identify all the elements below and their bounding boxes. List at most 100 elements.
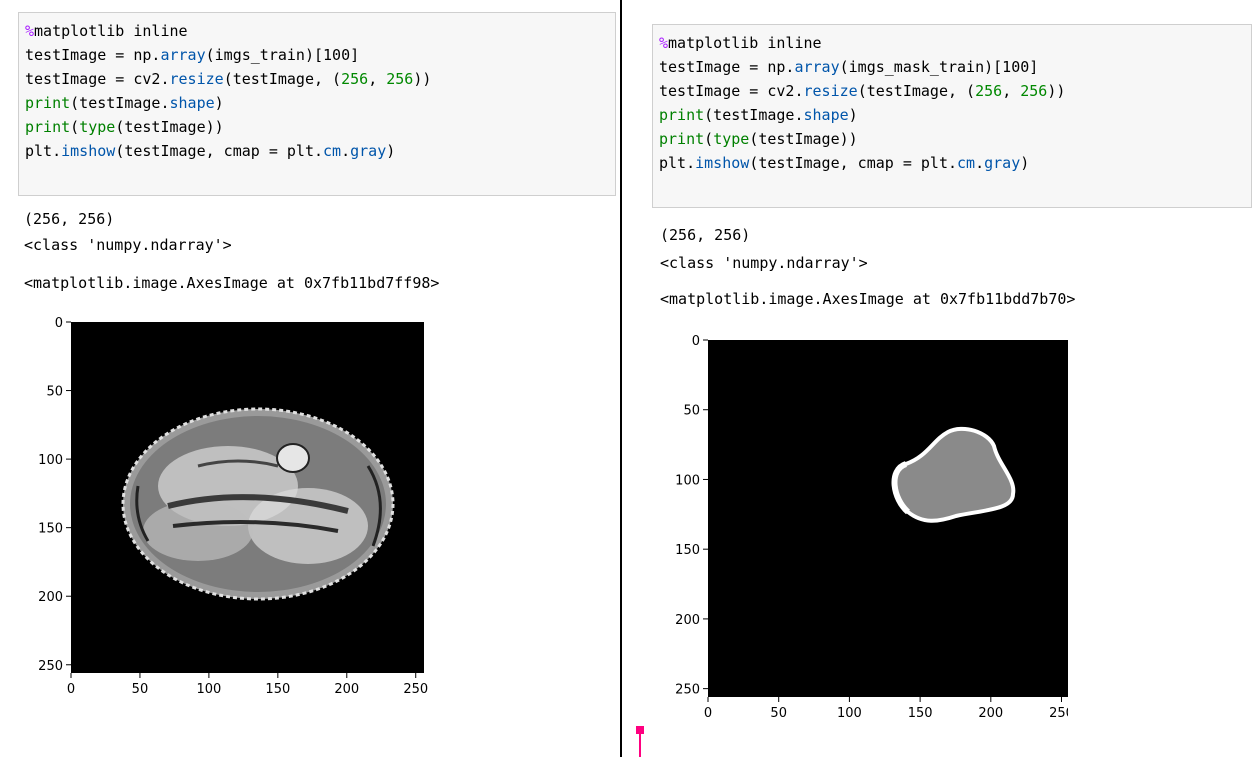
left-notebook-panel: %matplotlib inline testImage = np.array(i… bbox=[0, 0, 620, 757]
cursor-marker-stem bbox=[639, 730, 641, 757]
x-tick-label: 200 bbox=[334, 682, 359, 697]
code-line: plt.imshow(testImage, cmap = plt.cm.gray… bbox=[25, 139, 609, 163]
code-token: )) bbox=[413, 70, 432, 88]
code-token: . bbox=[341, 142, 351, 160]
code-token: print bbox=[25, 118, 71, 136]
code-line: %matplotlib inline bbox=[659, 31, 1245, 55]
code-token: (testImage, cmap = plt. bbox=[115, 142, 324, 160]
code-token: type bbox=[79, 118, 116, 136]
code-cell-input[interactable]: %matplotlib inline testImage = np.array(i… bbox=[652, 24, 1252, 208]
code-line: print(type(testImage)) bbox=[25, 115, 609, 139]
code-token: resize bbox=[169, 70, 224, 88]
x-tick-label: 50 bbox=[770, 706, 787, 721]
code-token: 256 bbox=[1020, 82, 1048, 100]
code-token: resize bbox=[803, 82, 858, 100]
code-line: testImage = cv2.resize(testImage, (256, … bbox=[25, 67, 609, 91]
y-tick-label: 200 bbox=[675, 613, 700, 628]
code-token: ) bbox=[848, 106, 858, 124]
y-tick-label: 150 bbox=[675, 543, 700, 558]
code-token: testImage = np. bbox=[659, 58, 795, 76]
code-token: (testImage)) bbox=[749, 130, 858, 148]
code-token: (testImage, ( bbox=[857, 82, 976, 100]
image-area bbox=[708, 340, 1068, 697]
code-line: print(testImage.shape) bbox=[659, 103, 1245, 127]
code-token: (imgs_mask_train)[100] bbox=[839, 58, 1039, 76]
code-token: (testImage)) bbox=[115, 118, 224, 136]
code-token: plt. bbox=[25, 142, 62, 160]
x-tick-label: 100 bbox=[837, 706, 862, 721]
code-token: (testImage. bbox=[704, 106, 804, 124]
mri-brain-image bbox=[121, 407, 395, 601]
code-token: matplotlib inline bbox=[34, 22, 188, 40]
y-tick-label: 50 bbox=[46, 385, 63, 400]
y-tick-label: 250 bbox=[38, 659, 63, 674]
code-token: , bbox=[1002, 82, 1021, 100]
code-token: % bbox=[25, 22, 35, 40]
x-tick-label: 250 bbox=[1049, 706, 1068, 721]
code-token: ) bbox=[386, 142, 396, 160]
y-tick-label: 250 bbox=[675, 683, 700, 698]
output-shape: (256, 256) bbox=[660, 226, 751, 244]
code-token: 256 bbox=[975, 82, 1003, 100]
code-token: ) bbox=[214, 94, 224, 112]
code-token: type bbox=[713, 130, 750, 148]
code-token: testImage = cv2. bbox=[659, 82, 804, 100]
code-token: 256 bbox=[341, 70, 369, 88]
code-token: gray bbox=[350, 142, 387, 160]
code-token: imshow bbox=[61, 142, 116, 160]
y-tick-label: 0 bbox=[692, 334, 700, 349]
output-type: <class 'numpy.ndarray'> bbox=[24, 236, 232, 254]
code-token: testImage = np. bbox=[25, 46, 161, 64]
code-cell-input[interactable]: %matplotlib inline testImage = np.array(i… bbox=[18, 12, 616, 196]
code-line: testImage = np.array(imgs_train)[100] bbox=[25, 43, 609, 67]
output-shape: (256, 256) bbox=[24, 210, 115, 228]
x-tick-label: 200 bbox=[978, 706, 1003, 721]
image-plot: 0 50 100 150 200 250 0 50 100 150 200 250 bbox=[675, 334, 1068, 721]
code-line: testImage = cv2.resize(testImage, (256, … bbox=[659, 79, 1245, 103]
x-tick-label: 0 bbox=[67, 682, 75, 697]
x-tick-label: 150 bbox=[265, 682, 290, 697]
x-tick-label: 50 bbox=[132, 682, 149, 697]
code-token: . bbox=[975, 154, 985, 172]
code-token: ( bbox=[704, 130, 714, 148]
code-token: cm bbox=[957, 154, 976, 172]
output-repr: <matplotlib.image.AxesImage at 0x7fb11bd… bbox=[660, 290, 1076, 308]
image-plot: 0 50 100 150 200 250 0 50 100 150 200 250 bbox=[38, 316, 428, 697]
code-token: matplotlib inline bbox=[668, 34, 822, 52]
right-notebook-panel: %matplotlib inline testImage = np.array(i… bbox=[626, 0, 1252, 757]
output-type: <class 'numpy.ndarray'> bbox=[660, 254, 868, 272]
code-token: , bbox=[368, 70, 387, 88]
code-token: (testImage, ( bbox=[223, 70, 342, 88]
code-line: %matplotlib inline bbox=[25, 19, 609, 43]
code-line: testImage = np.array(imgs_mask_train)[10… bbox=[659, 55, 1245, 79]
y-tick-label: 0 bbox=[55, 316, 63, 331]
x-tick-label: 150 bbox=[908, 706, 933, 721]
y-tick-label: 50 bbox=[683, 404, 700, 419]
code-token: (testImage, cmap = plt. bbox=[749, 154, 958, 172]
code-token: 256 bbox=[386, 70, 414, 88]
x-tick-label: 0 bbox=[704, 706, 712, 721]
x-tick-label: 250 bbox=[403, 682, 428, 697]
code-token: shape bbox=[169, 94, 215, 112]
output-repr: <matplotlib.image.AxesImage at 0x7fb11bd… bbox=[24, 274, 440, 292]
code-token: print bbox=[659, 130, 705, 148]
code-token: gray bbox=[984, 154, 1021, 172]
code-token: ) bbox=[1020, 154, 1030, 172]
x-tick-label: 100 bbox=[196, 682, 221, 697]
code-token: cm bbox=[323, 142, 342, 160]
code-token: (testImage. bbox=[70, 94, 170, 112]
code-token: (imgs_train)[100] bbox=[205, 46, 360, 64]
code-token: print bbox=[659, 106, 705, 124]
y-tick-label: 100 bbox=[675, 473, 700, 488]
code-token: % bbox=[659, 34, 669, 52]
code-token: )) bbox=[1047, 82, 1066, 100]
code-token: shape bbox=[803, 106, 849, 124]
code-token: imshow bbox=[695, 154, 750, 172]
y-tick-label: 100 bbox=[38, 453, 63, 468]
code-line: plt.imshow(testImage, cmap = plt.cm.gray… bbox=[659, 151, 1245, 175]
code-token: testImage = cv2. bbox=[25, 70, 170, 88]
code-token: ( bbox=[70, 118, 80, 136]
code-token: plt. bbox=[659, 154, 696, 172]
code-token: array bbox=[794, 58, 840, 76]
code-token: print bbox=[25, 94, 71, 112]
